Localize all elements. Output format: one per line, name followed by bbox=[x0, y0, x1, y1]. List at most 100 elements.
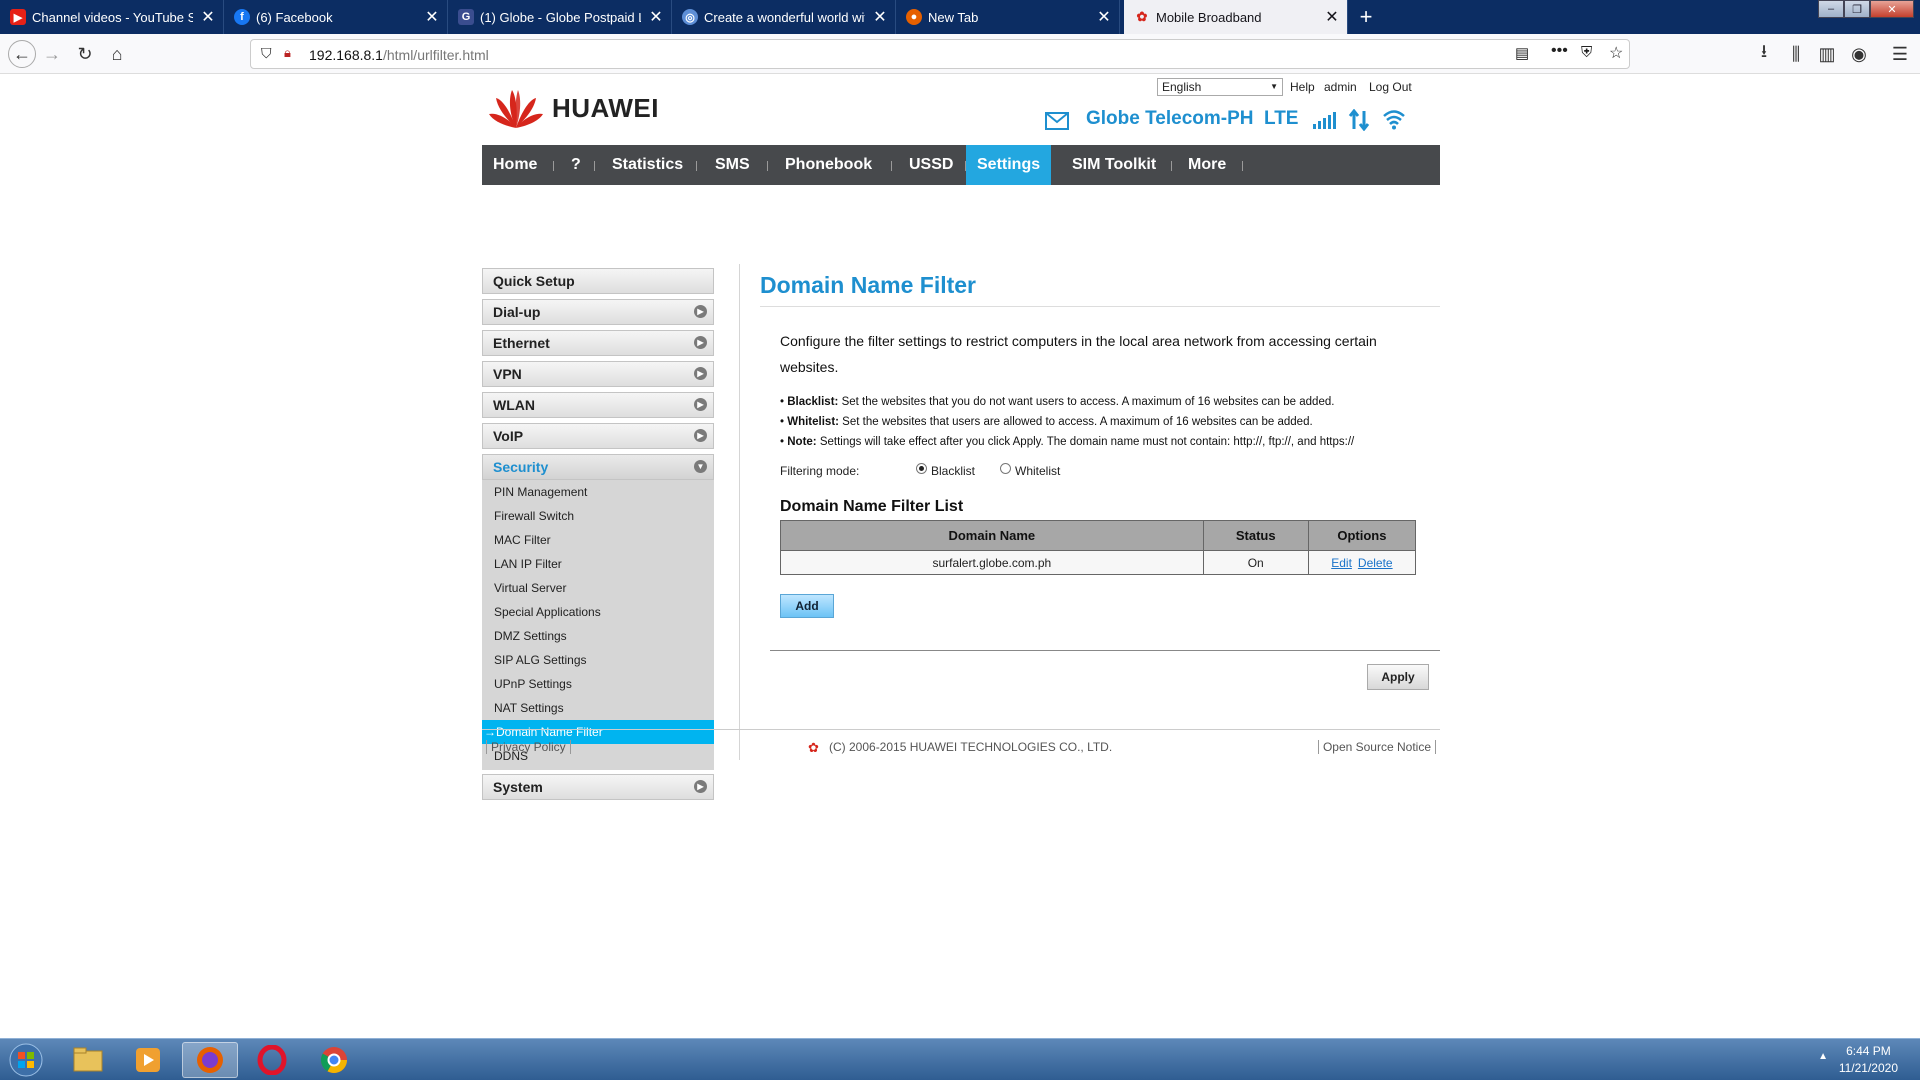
chrome-icon[interactable] bbox=[306, 1042, 362, 1078]
language-select[interactable]: English ▼ bbox=[1157, 78, 1283, 96]
tray-expand-icon[interactable]: ▲ bbox=[1818, 1051, 1828, 1062]
mail-icon[interactable] bbox=[1045, 112, 1069, 130]
back-icon[interactable]: ← bbox=[8, 40, 36, 68]
tab-label: (1) Globe - Globe Postpaid LTE bbox=[480, 9, 641, 25]
forward-icon[interactable]: → bbox=[40, 42, 64, 66]
nav-settings[interactable]: Settings bbox=[966, 145, 1052, 185]
tab-create-world[interactable]: ◎ Create a wonderful world with ✕ bbox=[672, 0, 896, 34]
sidebar-wlan[interactable]: WLAN ▶ bbox=[482, 392, 714, 418]
edit-link[interactable]: Edit bbox=[1331, 556, 1352, 570]
submenu-sip-alg-settings[interactable]: SIP ALG Settings bbox=[482, 648, 714, 672]
radio-blacklist-label[interactable]: Blacklist bbox=[931, 464, 975, 478]
media-player-icon[interactable] bbox=[120, 1042, 176, 1078]
nav-separator bbox=[553, 161, 554, 171]
tab-globe[interactable]: G (1) Globe - Globe Postpaid LTE ✕ bbox=[448, 0, 672, 34]
sidebar-dial-up[interactable]: Dial-up ▶ bbox=[482, 299, 714, 325]
sidebar-label: Quick Setup bbox=[493, 273, 575, 289]
firefox-taskbar-icon[interactable] bbox=[182, 1042, 238, 1078]
radio-blacklist[interactable] bbox=[916, 463, 927, 474]
nav-separator bbox=[1171, 161, 1172, 171]
pocket-icon[interactable]: ⛨ bbox=[1581, 44, 1592, 61]
tab-facebook[interactable]: f (6) Facebook ✕ bbox=[224, 0, 448, 34]
huawei-small-logo-icon: ✿ bbox=[808, 740, 819, 755]
submenu-lan-ip-filter[interactable]: LAN IP Filter bbox=[482, 552, 714, 576]
nav-help[interactable]: ? bbox=[560, 145, 592, 185]
nav-home[interactable]: Home bbox=[482, 145, 548, 185]
sidebar-quick-setup[interactable]: Quick Setup bbox=[482, 268, 714, 294]
download-icon[interactable]: ⭳ bbox=[1752, 41, 1776, 66]
start-button[interactable] bbox=[2, 1042, 50, 1078]
user-name: admin bbox=[1324, 80, 1357, 94]
tab-new-tab[interactable]: ● New Tab ✕ bbox=[896, 0, 1120, 34]
title-divider bbox=[760, 306, 1440, 307]
tab-mobile-broadband[interactable]: ✿ Mobile Broadband ✕ bbox=[1124, 0, 1348, 34]
taskbar-clock[interactable]: 6:44 PM 11/21/2020 bbox=[1839, 1043, 1898, 1077]
close-icon[interactable]: ✕ bbox=[865, 7, 895, 27]
submenu-nat-settings[interactable]: NAT Settings bbox=[482, 696, 714, 720]
close-icon[interactable]: ✕ bbox=[1089, 7, 1119, 27]
account-icon[interactable]: ◉ bbox=[1847, 42, 1871, 66]
library-icon[interactable]: ⫼ bbox=[1784, 42, 1808, 66]
sidebar-vpn[interactable]: VPN ▶ bbox=[482, 361, 714, 387]
submenu-dmz-settings[interactable]: DMZ Settings bbox=[482, 624, 714, 648]
reload-icon[interactable]: ↻ bbox=[73, 42, 97, 66]
new-tab-button[interactable]: + bbox=[1352, 0, 1380, 34]
open-source-notice-link[interactable]: Open Source Notice bbox=[1317, 740, 1436, 754]
radio-whitelist[interactable] bbox=[1000, 463, 1011, 474]
url-text: 192.168.8.1/html/urlfilter.html bbox=[309, 47, 489, 63]
close-icon[interactable]: ✕ bbox=[1317, 7, 1347, 27]
submenu-firewall-switch[interactable]: Firewall Switch bbox=[482, 504, 714, 528]
url-bar[interactable]: ⛉ 🔒︎ 192.168.8.1/html/urlfilter.html ▤ •… bbox=[250, 39, 1630, 69]
sidebar-label: Security bbox=[493, 459, 549, 475]
privacy-policy-link[interactable]: Privacy Policy bbox=[486, 740, 571, 754]
close-window-button[interactable]: ✕ bbox=[1870, 0, 1914, 18]
nav-phonebook[interactable]: Phonebook bbox=[774, 145, 883, 185]
submenu-virtual-server[interactable]: Virtual Server bbox=[482, 576, 714, 600]
file-explorer-icon[interactable] bbox=[60, 1042, 116, 1078]
tab-youtube-studio[interactable]: ▶ Channel videos - YouTube Stu ✕ bbox=[0, 0, 224, 34]
delete-link[interactable]: Delete bbox=[1358, 556, 1393, 570]
close-icon[interactable]: ✕ bbox=[641, 7, 671, 27]
clock-date: 11/21/2020 bbox=[1838, 1061, 1898, 1075]
bullet-text: Settings will take effect after you clic… bbox=[816, 436, 1355, 448]
logout-link[interactable]: Log Out bbox=[1369, 80, 1412, 94]
sidebar-label: Ethernet bbox=[493, 335, 550, 351]
sidebar-system[interactable]: System ▶ bbox=[482, 774, 714, 800]
minimize-button[interactable]: – bbox=[1818, 0, 1844, 18]
nav-ussd[interactable]: USSD bbox=[898, 145, 964, 185]
expand-arrow-icon: ▶ bbox=[694, 305, 707, 318]
menu-icon[interactable]: ☰ bbox=[1888, 42, 1912, 66]
close-icon[interactable]: ✕ bbox=[417, 7, 447, 27]
intro-text: Configure the filter settings to restric… bbox=[780, 333, 1377, 375]
maximize-button[interactable]: ❐ bbox=[1844, 0, 1870, 18]
submenu-mac-filter[interactable]: MAC Filter bbox=[482, 528, 714, 552]
home-icon[interactable]: ⌂ bbox=[105, 42, 129, 66]
options-cell: Edit Delete bbox=[1307, 550, 1417, 575]
nav-sms[interactable]: SMS bbox=[704, 145, 761, 185]
apply-button[interactable]: Apply bbox=[1367, 664, 1429, 690]
more-icon[interactable]: ••• bbox=[1551, 42, 1568, 60]
bookmark-star-icon[interactable]: ☆ bbox=[1609, 43, 1623, 63]
nav-sim-toolkit[interactable]: SIM Toolkit bbox=[1061, 145, 1167, 185]
radio-whitelist-label[interactable]: Whitelist bbox=[1015, 464, 1060, 478]
sidebar-icon[interactable]: ▥ bbox=[1815, 42, 1839, 66]
tab-label: (6) Facebook bbox=[256, 9, 333, 25]
reader-view-icon[interactable]: ▤ bbox=[1515, 44, 1529, 62]
submenu-upnp-settings[interactable]: UPnP Settings bbox=[482, 672, 714, 696]
sidebar-security[interactable]: Security ▼ bbox=[482, 454, 714, 480]
active-arrow-icon: → bbox=[484, 725, 496, 739]
windows-taskbar: ▲ 6:44 PM 11/21/2020 bbox=[0, 1038, 1920, 1080]
help-link[interactable]: Help bbox=[1290, 80, 1315, 94]
sidebar-voip[interactable]: VoIP ▶ bbox=[482, 423, 714, 449]
submenu-pin-management[interactable]: PIN Management bbox=[482, 480, 714, 504]
add-button[interactable]: Add bbox=[780, 594, 834, 618]
column-header: Status bbox=[1202, 520, 1309, 551]
opera-icon[interactable] bbox=[244, 1042, 300, 1078]
footer-divider bbox=[482, 729, 1440, 730]
submenu-special-applications[interactable]: Special Applications bbox=[482, 600, 714, 624]
sidebar-ethernet[interactable]: Ethernet ▶ bbox=[482, 330, 714, 356]
close-icon[interactable]: ✕ bbox=[193, 7, 223, 27]
collapse-arrow-icon: ▼ bbox=[694, 460, 707, 473]
nav-more[interactable]: More bbox=[1177, 145, 1237, 185]
nav-statistics[interactable]: Statistics bbox=[601, 145, 694, 185]
